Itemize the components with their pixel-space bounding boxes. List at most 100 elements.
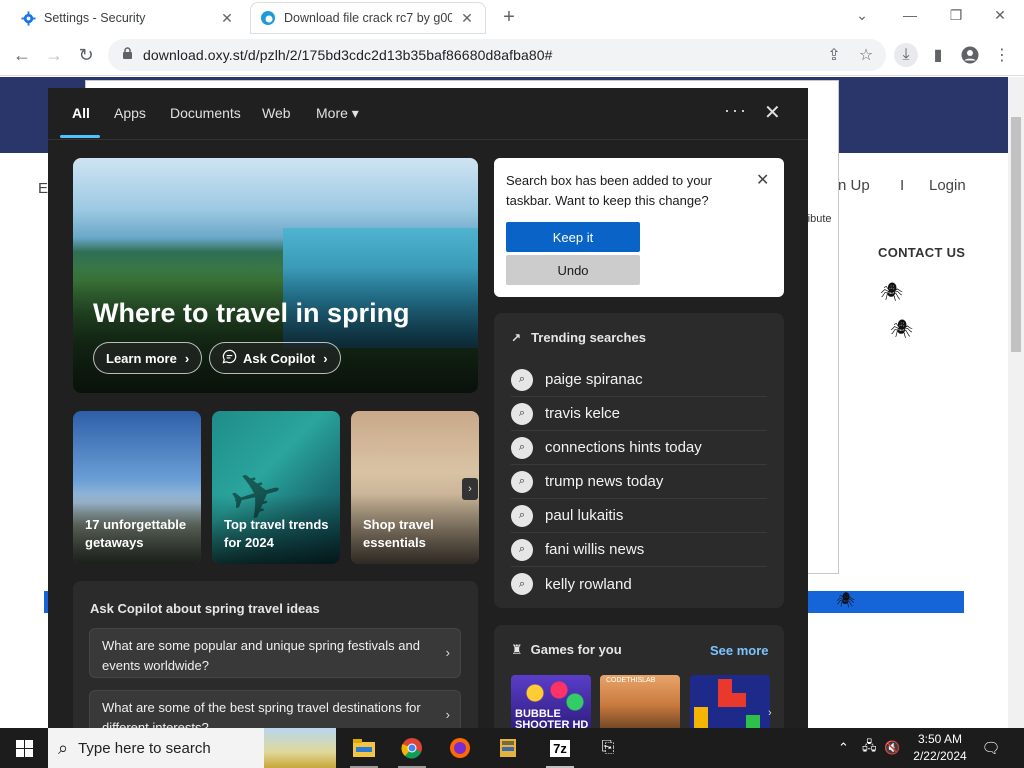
new-tab-button[interactable]: + [498,6,520,28]
trending-item[interactable]: ⌕ paul lukaitis [511,499,767,533]
taskbar-app-icon[interactable]: ⎘ [584,728,632,768]
game-thumbnail[interactable]: CODETHISLAB [600,675,680,735]
signup-link[interactable]: n Up [838,177,870,194]
close-icon[interactable]: ✕ [218,9,236,27]
hero-card[interactable]: Where to travel in spring Learn more › As… [73,158,478,393]
tile-getaways[interactable]: 17 unforgettable getaways [73,411,201,564]
tile-travel-trends[interactable]: ✈ Top travel trends for 2024 [212,411,340,564]
trending-item[interactable]: ⌕ connections hints today [511,431,767,465]
login-link[interactable]: Login [929,177,966,194]
ask-copilot-button[interactable]: Ask Copilot › [209,342,341,374]
search-icon: ⌕ [511,368,533,391]
search-tabs: All Apps Documents Web More ▾ ··· ✕ [48,88,808,140]
chevron-up-icon[interactable]: ⌃ [838,728,849,768]
start-button[interactable] [0,728,48,768]
tab-download[interactable]: Download file crack rc7 by g00bу ✕ [250,2,486,34]
restore-button[interactable]: ❐ [942,4,970,26]
search-icon: ⌕ [511,470,533,493]
7zip-label: 7z [550,739,570,757]
file-explorer-icon[interactable] [340,728,388,768]
search-icon: ⌕ [511,504,533,527]
game-thumbnail[interactable] [690,675,770,735]
search-highlight-image [264,728,336,768]
tab-web[interactable]: Web [262,105,291,121]
chrome-icon[interactable] [388,728,436,768]
clock[interactable]: 3:50 AM 2/22/2024 [902,731,978,765]
trending-item[interactable]: ⌕ fani willis news [511,533,767,567]
tab-documents[interactable]: Documents [170,105,241,121]
see-more-link[interactable]: See more [710,643,769,658]
game-title: CODETHISLAB [606,677,656,684]
trending-text: fani willis news [545,541,645,558]
reload-icon[interactable]: ↻ [74,43,98,67]
notice-text: Search box has been added to your taskba… [506,173,712,208]
chevron-right-icon[interactable]: › [462,478,478,500]
profile-icon[interactable] [958,43,982,67]
contact-us-link[interactable]: CONTACT US [878,245,965,260]
tab-settings-security[interactable]: Settings - Security ✕ [10,2,246,34]
trending-text: paige spiranac [545,371,643,388]
7zip-icon[interactable]: 7z [536,728,584,768]
page-scrollbar[interactable] [1008,77,1024,728]
archive-icon[interactable] [484,728,532,768]
menu-icon[interactable]: ⋮ [990,43,1014,67]
tile-label: Shop travel essentials [363,517,434,550]
hero-title: Where to travel in spring [93,298,410,328]
background-text: ribute [804,213,832,225]
back-arrow-icon[interactable]: ← [10,43,34,67]
trending-arrow-icon: ↗ [511,330,522,345]
windows-logo-icon [15,739,33,757]
tab-apps[interactable]: Apps [114,105,146,121]
trending-item[interactable]: ⌕ kelly rowland [511,567,767,601]
star-icon[interactable]: ☆ [854,43,878,67]
trending-item[interactable]: ⌕ paige spiranac [511,363,767,397]
chevron-right-icon: › [184,350,190,366]
tile-travel-essentials[interactable]: Shop travel essentials [351,411,479,564]
network-icon[interactable]: 🖧 [862,728,877,768]
keep-it-button[interactable]: Keep it [506,222,640,252]
page-link[interactable]: E [38,180,48,197]
trending-item[interactable]: ⌕ trump news today [511,465,767,499]
tab-all[interactable]: All [72,105,90,121]
volume-muted-icon[interactable]: 🔇 [884,728,900,768]
chevron-right-icon: › [445,707,450,722]
block [718,679,732,693]
trending-text: travis kelce [545,405,621,422]
minimize-button[interactable]: — [896,4,924,26]
learn-more-button[interactable]: Learn more › [93,342,203,374]
ask-copilot-label: Ask Copilot [243,350,316,366]
games-header: ♜ Games for you [511,642,622,658]
trending-item[interactable]: ⌕ travis kelce [511,397,767,431]
caret-down-icon: ▾ [351,105,359,121]
trending-text: connections hints today [545,439,702,456]
taskbar-search-box[interactable]: ⌕ Type here to search [48,728,336,768]
close-icon[interactable]: ✕ [764,100,781,125]
trending-header: ↗ Trending searches [511,330,646,345]
close-icon[interactable]: ✕ [458,9,476,27]
address-bar[interactable]: download.oxy.st/d/pzlh/2/175bd3cdc2d13b3… [108,39,886,71]
share-icon[interactable]: ⇪ [822,43,846,67]
scrollbar-thumb[interactable] [1011,117,1021,352]
firefox-icon[interactable] [436,728,484,768]
chevron-down-icon[interactable]: ⌄ [848,4,876,26]
chevron-right-icon[interactable]: › [768,707,772,719]
undo-button[interactable]: Undo [506,255,640,285]
download-button[interactable] [796,591,964,613]
clock-date: 2/22/2024 [913,749,967,763]
lock-icon [122,47,133,63]
close-icon[interactable]: ✕ [756,170,769,190]
learn-more-label: Learn more [106,350,177,366]
tab-more[interactable]: More ▾ [316,105,359,122]
search-icon: ⌕ [511,402,533,425]
notification-icon[interactable]: 🗨 [980,737,1002,759]
close-window-button[interactable]: ✕ [986,4,1014,26]
separator: I [900,177,905,194]
chevron-right-icon: › [323,350,328,366]
side-panel-icon[interactable]: ▮ [926,43,950,67]
tab-title: Download file crack rc7 by g00bу [284,11,452,25]
download-icon[interactable]: ⤓ [894,43,918,67]
forward-arrow-icon[interactable]: → [42,43,66,67]
more-options-icon[interactable]: ··· [724,100,748,121]
copilot-question[interactable]: What are some popular and unique spring … [89,628,461,678]
game-thumbnail[interactable]: BUBBLE SHOOTER HD [511,675,591,735]
